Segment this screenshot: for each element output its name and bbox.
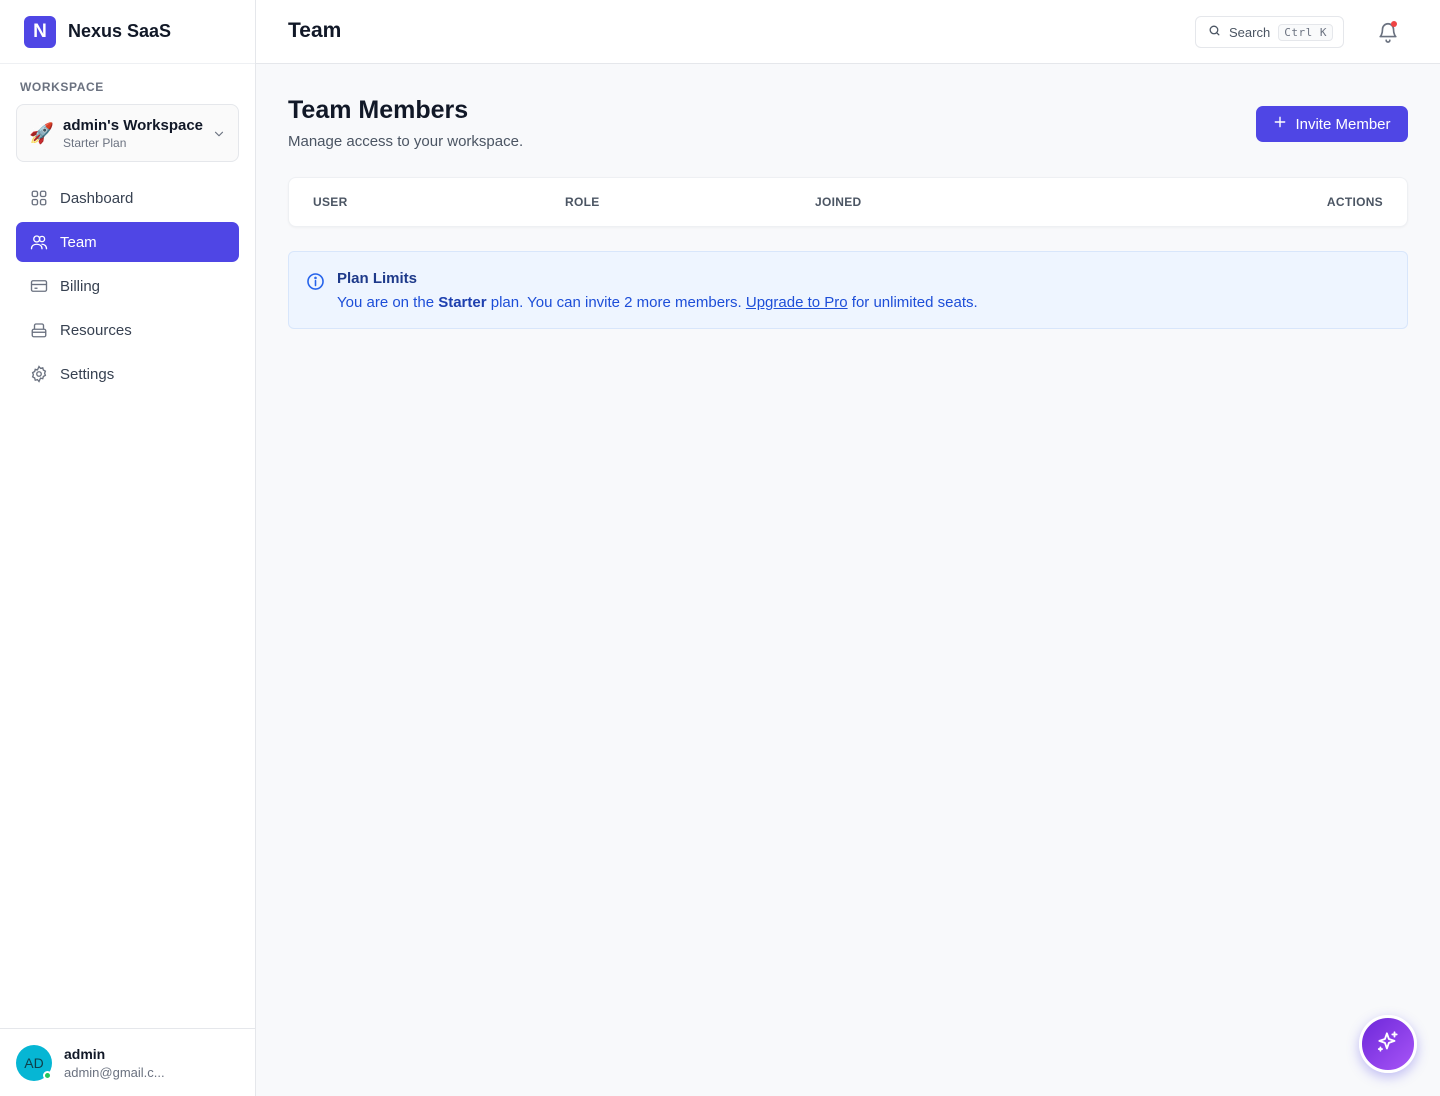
user-email: admin@gmail.c... <box>64 1064 165 1080</box>
sidebar-item-dashboard[interactable]: Dashboard <box>16 178 239 218</box>
search-label: Search <box>1229 24 1271 40</box>
brand[interactable]: N Nexus SaaS <box>0 0 255 64</box>
column-header-user: USER <box>313 195 348 209</box>
rocket-icon: 🚀 <box>29 122 54 145</box>
sidebar-item-label: Dashboard <box>60 189 134 207</box>
notification-dot <box>1391 21 1397 27</box>
users-icon <box>30 233 48 251</box>
members-table: USER ROLE JOINED ACTIONS <box>288 177 1408 227</box>
bell-icon <box>1377 23 1399 48</box>
sparkles-icon <box>1375 1029 1401 1060</box>
credit-card-icon <box>30 277 48 295</box>
sidebar-item-team[interactable]: Team <box>16 222 239 262</box>
notice-text-after: for unlimited seats. <box>847 294 978 311</box>
brand-name: Nexus SaaS <box>68 21 172 41</box>
grid-icon <box>30 189 48 207</box>
plan-limits-notice: Plan Limits You are on the Starter plan.… <box>288 251 1408 329</box>
notice-plan-name: Starter <box>438 294 487 311</box>
column-header-joined: JOINED <box>815 195 862 209</box>
upgrade-to-pro-link[interactable]: Upgrade to Pro <box>746 294 848 311</box>
sidebar-item-settings[interactable]: Settings <box>16 354 239 394</box>
workspace-plan: Starter Plan <box>63 135 127 150</box>
sidebar-item-label: Billing <box>60 277 101 295</box>
page-title: Team Members <box>288 96 469 124</box>
column-header-role: ROLE <box>565 195 600 209</box>
invite-member-button[interactable]: Invite Member <box>1256 106 1408 142</box>
notice-text: You are on the Starter plan. You can inv… <box>337 294 978 311</box>
user-profile[interactable]: AD admin admin@gmail.c... <box>0 1028 255 1096</box>
workspace-name: admin's Workspace <box>63 116 204 134</box>
page-header-title: Team <box>288 19 342 42</box>
notice-text-before: You are on the <box>337 294 439 311</box>
sidebar: N Nexus SaaS WORKSPACE 🚀 admin's Workspa… <box>0 0 256 1096</box>
search-shortcut: Ctrl K <box>1278 23 1333 41</box>
page-subtitle: Manage access to your workspace. <box>288 133 524 150</box>
info-icon <box>306 272 325 296</box>
notifications-button[interactable] <box>1377 20 1399 44</box>
search-icon <box>1208 24 1221 40</box>
brand-logo: N <box>24 15 56 48</box>
plus-icon <box>1273 115 1287 133</box>
sidebar-nav: Dashboard Team Billing Resources Setting… <box>16 178 239 398</box>
invite-member-label: Invite Member <box>1295 115 1391 133</box>
user-name: admin <box>64 1045 106 1062</box>
chevron-down-icon <box>212 127 226 146</box>
gear-icon <box>30 365 48 383</box>
notice-title: Plan Limits <box>337 270 418 287</box>
ai-assistant-button[interactable] <box>1359 1015 1417 1073</box>
workspace-label: WORKSPACE <box>20 80 104 94</box>
avatar: AD <box>16 1044 52 1081</box>
notice-text-middle: plan. You can invite 2 more members. <box>486 294 746 311</box>
sidebar-item-label: Settings <box>60 365 115 383</box>
sidebar-item-resources[interactable]: Resources <box>16 310 239 350</box>
avatar-initials: AD <box>24 1054 44 1071</box>
top-bar: Team Search Ctrl K <box>256 0 1440 64</box>
search-button[interactable]: Search Ctrl K <box>1195 16 1344 48</box>
sidebar-item-billing[interactable]: Billing <box>16 266 239 306</box>
archive-icon <box>30 321 48 339</box>
workspace-switcher[interactable]: 🚀 admin's Workspace Starter Plan <box>16 104 239 162</box>
column-header-actions: ACTIONS <box>1326 195 1383 209</box>
sidebar-item-label: Team <box>60 233 97 251</box>
sidebar-item-label: Resources <box>60 321 132 339</box>
online-status-dot <box>43 1070 52 1080</box>
